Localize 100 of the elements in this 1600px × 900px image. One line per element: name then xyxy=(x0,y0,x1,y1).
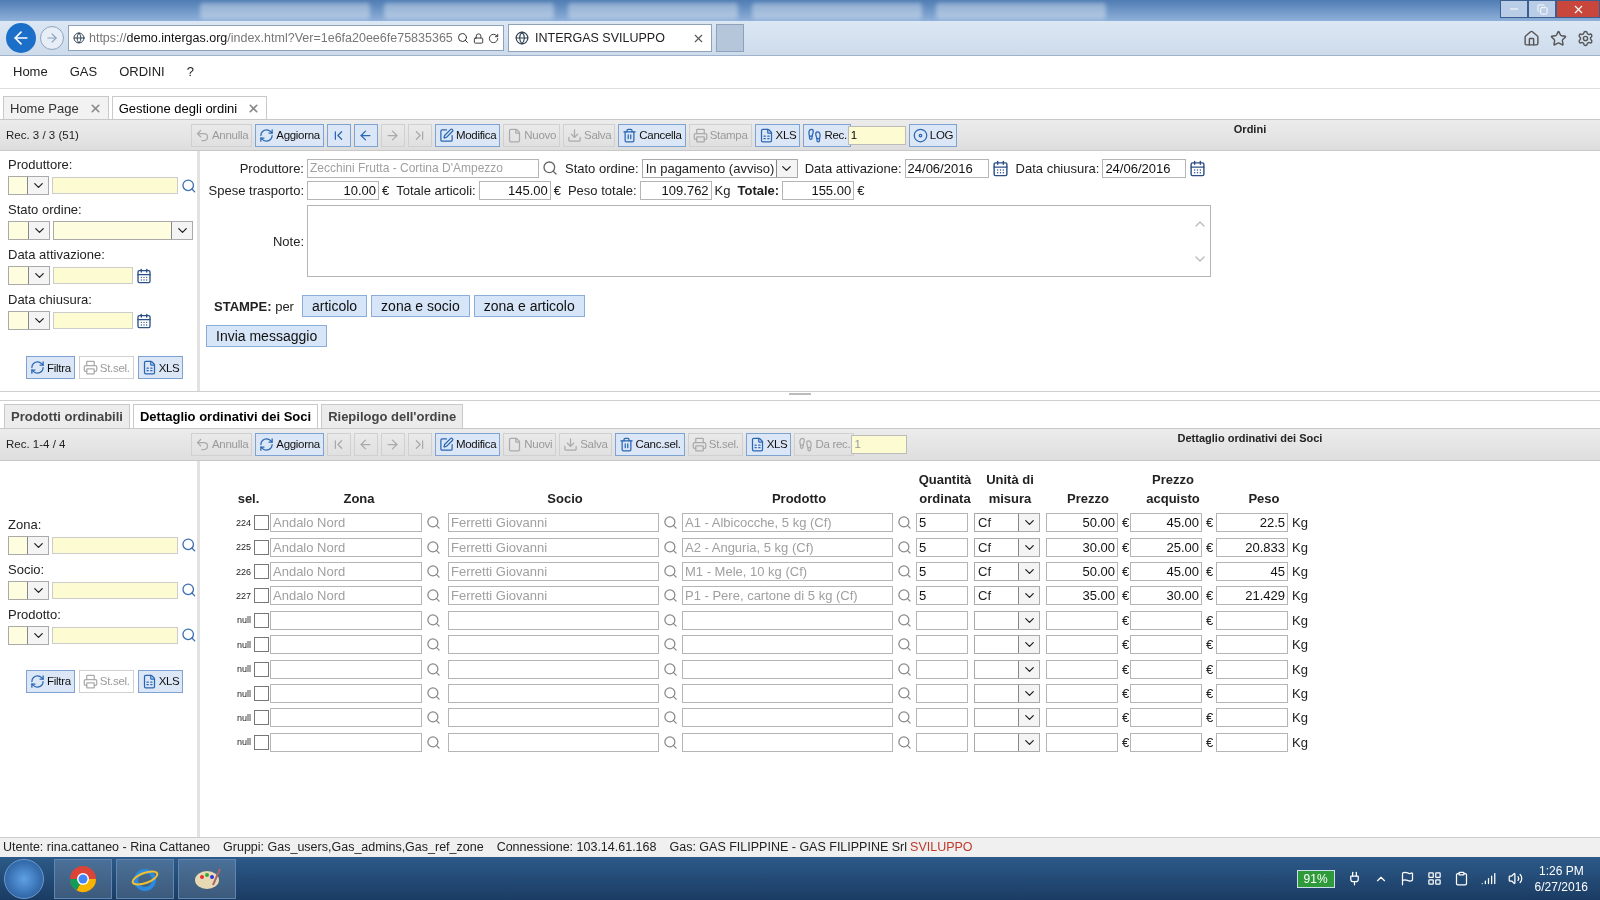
checkbox[interactable] xyxy=(254,686,269,702)
print-button[interactable]: zona e articolo xyxy=(473,295,585,318)
search-icon[interactable] xyxy=(897,564,912,580)
product-field[interactable] xyxy=(682,635,893,655)
send-message-button[interactable]: Invia messaggio xyxy=(206,325,328,348)
search-icon[interactable] xyxy=(426,564,441,580)
new-tab-button[interactable] xyxy=(716,24,744,53)
volume-icon[interactable] xyxy=(1507,871,1523,887)
weight-field[interactable]: 45 xyxy=(1216,562,1288,582)
search-icon[interactable] xyxy=(663,539,678,555)
toolbar-button[interactable]: Modifica xyxy=(434,123,501,147)
search-icon[interactable] xyxy=(897,637,912,653)
date-input[interactable] xyxy=(53,312,133,330)
tab[interactable]: Dettaglio ordinativi dei Soci xyxy=(132,404,319,429)
search-icon[interactable] xyxy=(663,564,678,580)
search-icon[interactable] xyxy=(897,612,912,628)
product-field[interactable] xyxy=(682,732,893,752)
dropdown[interactable] xyxy=(8,311,50,331)
weight-field[interactable] xyxy=(1216,635,1288,655)
menu-item[interactable]: GAS xyxy=(58,64,109,80)
unit-dropdown[interactable] xyxy=(974,684,1040,704)
nav-button[interactable] xyxy=(326,123,351,147)
filter-input[interactable] xyxy=(52,626,179,644)
dropdown[interactable] xyxy=(8,221,50,241)
weight-field[interactable] xyxy=(1216,684,1288,704)
price-field[interactable]: 30.00 xyxy=(1046,537,1118,557)
unit-dropdown[interactable]: Cf xyxy=(974,586,1040,606)
search-icon[interactable] xyxy=(426,734,441,750)
tab[interactable]: Home Page xyxy=(3,96,109,120)
total-field[interactable]: 10.00 xyxy=(307,180,379,200)
taskbar-app[interactable] xyxy=(116,858,174,899)
refresh-icon[interactable] xyxy=(487,31,499,45)
weight-field[interactable] xyxy=(1216,610,1288,630)
quantity-field[interactable] xyxy=(916,610,968,630)
search-icon[interactable] xyxy=(897,661,912,677)
unit-dropdown[interactable] xyxy=(974,610,1040,630)
price-field[interactable] xyxy=(1046,635,1118,655)
unit-dropdown[interactable] xyxy=(974,635,1040,655)
price-field[interactable] xyxy=(1046,708,1118,728)
toolbar-button[interactable]: Aggiorna xyxy=(255,433,324,456)
back-button[interactable] xyxy=(6,23,36,54)
price-field[interactable]: 50.00 xyxy=(1046,513,1118,533)
filter-button[interactable]: XLS xyxy=(137,669,184,693)
unit-dropdown[interactable] xyxy=(974,659,1040,679)
checkbox[interactable] xyxy=(254,588,269,604)
price-field[interactable]: 50.00 xyxy=(1046,562,1118,582)
filter-button[interactable]: XLS xyxy=(137,356,184,380)
quantity-field[interactable] xyxy=(916,684,968,704)
tab[interactable]: Prodotti ordinabili xyxy=(4,404,130,429)
menu-item[interactable]: Home xyxy=(2,64,59,80)
unit-dropdown[interactable]: Cf xyxy=(974,537,1040,557)
weight-field[interactable]: 21.429 xyxy=(1216,586,1288,606)
dropdown[interactable] xyxy=(8,580,50,600)
zone-field[interactable] xyxy=(270,635,422,655)
search-icon[interactable] xyxy=(663,637,678,653)
product-field[interactable] xyxy=(682,684,893,704)
filter-button[interactable]: Filtra xyxy=(26,356,75,380)
checkbox[interactable] xyxy=(254,710,269,726)
search-icon[interactable] xyxy=(663,734,678,750)
product-field[interactable] xyxy=(682,610,893,630)
unit-dropdown[interactable]: Cf xyxy=(974,562,1040,582)
filter-button[interactable]: Filtra xyxy=(26,669,75,693)
nav-button[interactable] xyxy=(353,123,378,147)
search-icon[interactable] xyxy=(456,31,469,46)
close-icon[interactable] xyxy=(88,101,102,115)
dropdown[interactable] xyxy=(8,176,50,196)
search-icon[interactable] xyxy=(542,160,558,177)
checkbox[interactable] xyxy=(254,564,269,580)
quantity-field[interactable]: 5 xyxy=(916,513,968,533)
calendar-icon[interactable] xyxy=(136,267,152,284)
tab[interactable]: Riepilogo dell'ordine xyxy=(321,404,464,429)
purchase-price-field[interactable] xyxy=(1130,659,1202,679)
print-button[interactable]: articolo xyxy=(301,295,368,318)
search-icon[interactable] xyxy=(426,710,441,726)
search-icon[interactable] xyxy=(663,588,678,604)
weight-field[interactable]: 22.5 xyxy=(1216,513,1288,533)
search-icon[interactable] xyxy=(181,177,197,194)
zone-field[interactable] xyxy=(270,659,422,679)
dropdown[interactable] xyxy=(8,266,50,286)
search-icon[interactable] xyxy=(663,710,678,726)
calendar-icon[interactable] xyxy=(1189,159,1207,177)
dropdown[interactable] xyxy=(8,625,50,645)
filter-input[interactable] xyxy=(52,177,179,195)
calendar-icon[interactable] xyxy=(991,159,1009,177)
splitter-handle[interactable] xyxy=(789,393,811,396)
note-field[interactable] xyxy=(307,205,1211,278)
total-field[interactable]: 109.762 xyxy=(639,180,712,200)
purchase-price-field[interactable] xyxy=(1130,635,1202,655)
search-icon[interactable] xyxy=(897,588,912,604)
checkbox[interactable] xyxy=(254,637,269,653)
zone-field[interactable] xyxy=(270,610,422,630)
settings-icon[interactable] xyxy=(1577,29,1594,47)
restore-button[interactable] xyxy=(1528,0,1556,18)
purchase-price-field[interactable]: 45.00 xyxy=(1130,562,1202,582)
search-icon[interactable] xyxy=(663,686,678,702)
toolbar-button[interactable]: XLS xyxy=(754,123,801,147)
total-field[interactable]: 145.00 xyxy=(478,180,551,200)
print-button[interactable]: zona e socio xyxy=(371,295,470,318)
search-icon[interactable] xyxy=(426,661,441,677)
signal-icon[interactable] xyxy=(1480,871,1496,887)
